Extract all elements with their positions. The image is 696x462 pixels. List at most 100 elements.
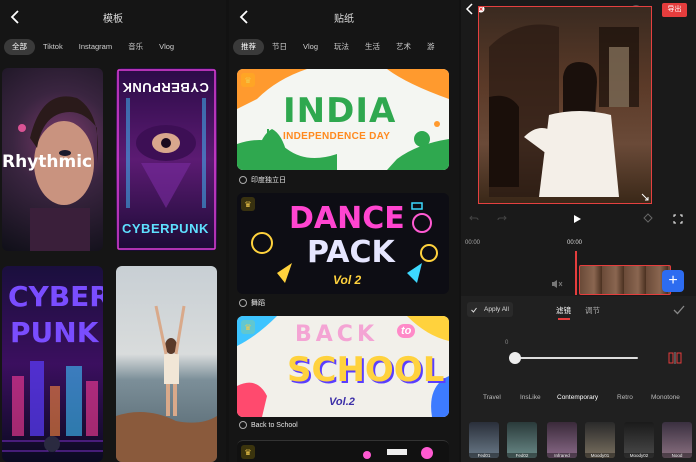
sticker-indicator-icon: [239, 299, 247, 307]
add-clip-button[interactable]: +: [662, 270, 684, 292]
tab-vlog[interactable]: Vlog: [295, 39, 326, 55]
keyframe-icon[interactable]: [643, 213, 653, 223]
template-card-rhythmic[interactable]: Rhythmic: [2, 68, 103, 251]
apply-all-label: Apply All: [484, 306, 509, 313]
templates-tabs: 全部 Tiktok Instagram 音乐 Vlog: [4, 38, 226, 56]
close-icon[interactable]: [478, 6, 485, 13]
editor-panel: ? 导出 00:00 00:00 + Apply All 滤镜 调节: [461, 0, 696, 462]
tab-music[interactable]: 音乐: [120, 39, 151, 55]
mute-icon[interactable]: [551, 279, 563, 289]
filter-category-travel[interactable]: Travel: [483, 394, 501, 401]
page-title: 模板: [103, 13, 123, 25]
template-title-top: CYBERPUNK: [122, 80, 209, 95]
template-card-beach[interactable]: [116, 266, 217, 462]
sticker-pack-name: Back to School: [251, 421, 298, 429]
tab-life[interactable]: 生活: [357, 39, 388, 55]
filter-thumb-label: Fed01: [469, 453, 499, 458]
filter-category-retro[interactable]: Retro: [617, 394, 633, 401]
sticker-art-line3: SCHOOL: [287, 350, 445, 390]
sticker-art-line2: to: [397, 324, 416, 338]
beach-photo-image: [116, 305, 217, 462]
video-preview[interactable]: [478, 6, 652, 204]
tab-tiktok[interactable]: Tiktok: [35, 39, 71, 55]
filter-thumb-label: Nood: [662, 453, 692, 458]
filter-thumb-label: Infrared: [547, 453, 577, 458]
export-button[interactable]: 导出: [662, 3, 687, 17]
premium-crown-icon: ♛: [241, 320, 255, 334]
back-arrow-icon[interactable]: [6, 7, 26, 27]
expand-icon[interactable]: [641, 193, 649, 201]
apply-all-button[interactable]: Apply All: [467, 302, 513, 317]
sticker-pack-india[interactable]: ♛ INDIA INDEPENDENCE DAY: [237, 69, 449, 170]
timecode-center: 00:00: [567, 240, 583, 246]
filter-thumb[interactable]: Fed01: [469, 422, 499, 458]
timecode-left: 00:00: [465, 240, 481, 246]
check-icon: [471, 307, 477, 313]
redo-icon[interactable]: [497, 213, 507, 223]
tab-gameplay[interactable]: 玩法: [326, 39, 357, 55]
filter-category-contemporary[interactable]: Contemporary: [557, 394, 598, 401]
back-arrow-icon[interactable]: [463, 2, 477, 16]
sticker-art-line2: INDEPENDENCE DAY: [283, 131, 391, 142]
slider-handle[interactable]: [509, 352, 521, 364]
tab-holiday[interactable]: 节日: [264, 39, 295, 55]
compare-icon[interactable]: [668, 352, 682, 364]
filter-thumb[interactable]: Nood: [662, 422, 692, 458]
tab-vlog[interactable]: Vlog: [151, 39, 182, 55]
video-clip[interactable]: [579, 265, 671, 295]
sticker-pack-name: 印度独立日: [251, 177, 286, 184]
sticker-partial-art-image: [363, 447, 433, 459]
sticker-pack-dance[interactable]: ♛ DANCE PACK Vol 2: [237, 193, 449, 294]
sticker-label: 印度独立日: [239, 175, 286, 185]
slider-value: 0: [505, 340, 509, 346]
play-icon[interactable]: [572, 214, 582, 224]
sticker-indicator-icon: [239, 421, 247, 429]
sticker-art-line2: PACK: [307, 235, 395, 270]
template-card-cyber-punk-city[interactable]: CYBER PUNK: [2, 266, 103, 462]
stickers-tabs: 推荐 节日 Vlog 玩法 生活 艺术 游: [233, 38, 459, 56]
filter-thumb[interactable]: Infrared: [547, 422, 577, 458]
sticker-label: 舞蹈: [239, 298, 265, 308]
sticker-art-line3: Vol 2: [333, 273, 362, 287]
confirm-check-icon[interactable]: [673, 305, 685, 315]
intensity-slider[interactable]: [513, 357, 638, 359]
template-title-text: Rhythmic: [2, 152, 93, 172]
template-title-line1: CYBER: [8, 280, 103, 313]
filter-thumb-label: Moody02: [624, 453, 654, 458]
filter-category-monotone[interactable]: Monotone: [651, 394, 680, 401]
stickers-panel: 贴纸 推荐 节日 Vlog 玩法 生活 艺术 游 ♛ INDIA INDEPEN…: [229, 0, 459, 462]
filter-thumb-label: Moody01: [585, 453, 615, 458]
tab-art[interactable]: 艺术: [388, 39, 419, 55]
sticker-art-line1: DANCE: [289, 201, 405, 236]
template-card-cyberpunk[interactable]: CYBERPUNK CYBERPUNK: [116, 68, 217, 251]
premium-crown-icon: ♛: [241, 445, 255, 459]
template-title-line2: PUNK: [10, 316, 99, 349]
video-frame-image: [489, 24, 639, 197]
timeline-track[interactable]: [461, 251, 696, 295]
page-title: 贴纸: [334, 13, 354, 25]
playhead[interactable]: [575, 251, 577, 295]
sticker-art-line4: Vol.2: [329, 396, 355, 408]
active-tab-indicator: [558, 318, 570, 320]
tab-adjust[interactable]: 调节: [585, 305, 600, 316]
sticker-pack-name: 舞蹈: [251, 300, 265, 307]
filter-thumb[interactable]: Moody02: [624, 422, 654, 458]
tab-all[interactable]: 全部: [4, 39, 35, 55]
back-arrow-icon[interactable]: [235, 7, 255, 27]
filter-thumb[interactable]: Moody01: [585, 422, 615, 458]
sticker-pack-partial[interactable]: ♛: [237, 440, 449, 462]
sticker-indicator-icon: [239, 176, 247, 184]
premium-crown-icon: ♛: [241, 73, 255, 87]
tab-recommended[interactable]: 推荐: [233, 39, 264, 55]
filter-category-inslike[interactable]: InsLike: [520, 394, 541, 401]
tab-filters[interactable]: 滤镜: [556, 305, 571, 316]
tab-instagram[interactable]: Instagram: [71, 39, 120, 55]
filter-thumb-label: Fed02: [507, 453, 537, 458]
template-title-bottom: CYBERPUNK: [122, 221, 209, 236]
fullscreen-icon[interactable]: [673, 214, 683, 224]
sticker-art-line1: INDIA: [283, 91, 397, 131]
filter-thumb[interactable]: Fed02: [507, 422, 537, 458]
undo-icon[interactable]: [469, 213, 479, 223]
sticker-pack-back-to-school[interactable]: ♛ BACK to SCHOOL Vol.2: [237, 316, 449, 417]
tab-more[interactable]: 游: [419, 39, 443, 55]
